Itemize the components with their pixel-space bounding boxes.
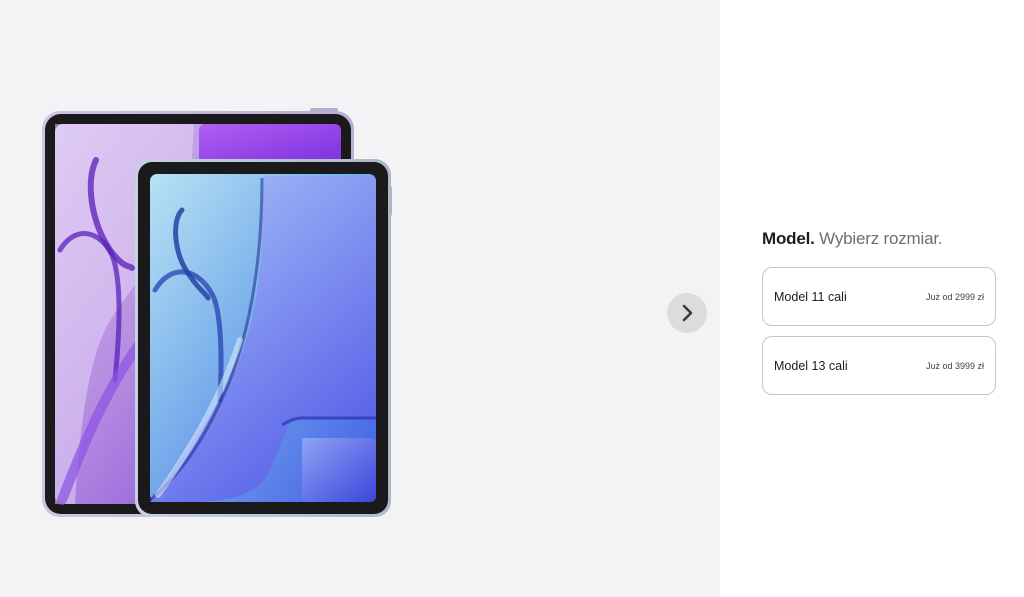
model-option-price: Już od 3999 zł bbox=[925, 360, 984, 371]
gallery-next-button[interactable] bbox=[667, 293, 707, 333]
product-config-page: Model. Wybierz rozmiar. Model 11 cali Ju… bbox=[0, 0, 1024, 597]
model-option-name: Model 13 cali bbox=[774, 358, 848, 373]
model-option-price: Już od 2999 zł bbox=[925, 291, 984, 302]
model-heading-strong: Model. bbox=[762, 229, 815, 248]
chevron-right-icon bbox=[682, 304, 693, 322]
model-heading: Model. Wybierz rozmiar. bbox=[762, 228, 996, 250]
product-gallery bbox=[0, 0, 720, 597]
model-heading-muted: Wybierz rozmiar. bbox=[814, 229, 943, 248]
model-option-name: Model 11 cali bbox=[774, 289, 847, 304]
ipad-air-11-blue bbox=[135, 159, 392, 517]
model-option-13[interactable]: Model 13 cali Już od 3999 zł bbox=[762, 336, 996, 395]
model-option-11[interactable]: Model 11 cali Już od 2999 zł bbox=[762, 267, 996, 326]
ipad-product-image bbox=[42, 108, 392, 517]
model-selector: Model. Wybierz rozmiar. Model 11 cali Ju… bbox=[762, 228, 996, 405]
